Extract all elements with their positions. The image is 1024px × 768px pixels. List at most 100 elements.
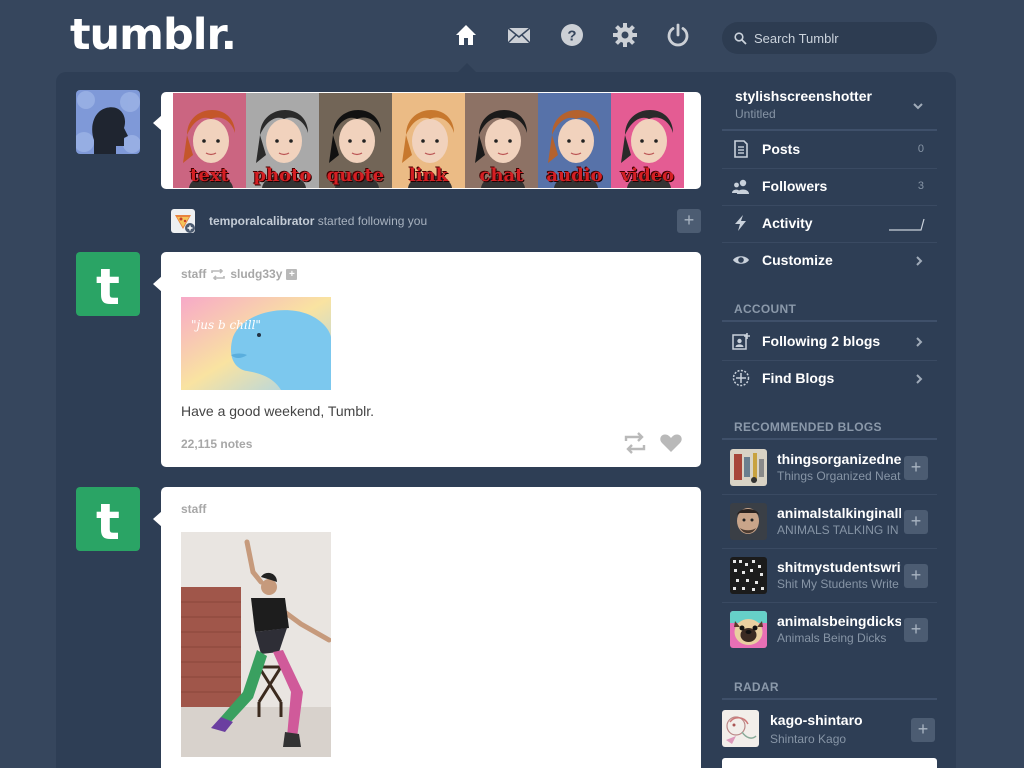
blog-avatar[interactable] (730, 449, 767, 486)
tumblr-logo[interactable]: tumblr. (70, 10, 237, 60)
account-heading: ACCOUNT (734, 302, 797, 316)
post-header: staff sludg33y + (181, 267, 298, 281)
post-type-text[interactable]: text (173, 93, 246, 188)
like-button[interactable] (659, 432, 683, 454)
svg-text:t: t (96, 258, 120, 316)
post-photo[interactable]: "jus b chill" (181, 297, 331, 390)
recommended-blog[interactable]: animalstalkinginallcaps ANIMALS TALKING … (722, 494, 937, 548)
sidebar-item-label: Followers (762, 178, 828, 194)
post-author-link[interactable]: staff (181, 502, 206, 516)
blog-name: animalstalkinginallcaps (777, 505, 901, 521)
post-type-chat[interactable]: chat (465, 93, 538, 188)
reblog-small-icon (211, 268, 226, 280)
follow-button[interactable]: + (904, 618, 928, 642)
chevron-right-icon (916, 337, 923, 347)
notification-avatar[interactable] (171, 209, 195, 233)
following-icon (732, 333, 750, 350)
post-card: staff sludg33y + "jus b chill" Have a go… (161, 252, 701, 467)
heart-icon (660, 434, 682, 452)
follow-button[interactable]: + (904, 456, 928, 480)
search-box[interactable] (722, 22, 937, 54)
sidebar-item-find-blogs[interactable]: Find Blogs (722, 360, 937, 397)
sidebar-item-following[interactable]: Following 2 blogs (722, 323, 937, 360)
blog-avatar[interactable] (730, 503, 767, 540)
reblog-source-link[interactable]: sludg33y (230, 267, 282, 281)
recommended-blog[interactable]: thingsorganizedneatly Things Organized N… (722, 440, 937, 494)
sidebar-item-activity[interactable]: Activity (722, 205, 937, 242)
chevron-down-icon (913, 103, 923, 110)
logout-icon[interactable] (665, 22, 691, 48)
blog-name: stylishscreenshotter (735, 88, 872, 104)
sidebar-item-posts[interactable]: Posts 0 (722, 131, 937, 168)
notification-user-link[interactable]: temporalcalibrator (209, 214, 314, 228)
messages-icon[interactable] (506, 22, 532, 48)
sidebar-item-label: Posts (762, 141, 801, 157)
post-type-selector: text photo quote link chat audio video (161, 92, 701, 189)
user-avatar[interactable] (76, 90, 140, 154)
blog-switcher[interactable]: stylishscreenshotter Untitled (722, 86, 937, 130)
post-type-audio[interactable]: audio (538, 93, 611, 188)
home-icon[interactable] (453, 22, 479, 48)
help-icon[interactable]: ? (559, 22, 585, 48)
posts-icon (734, 140, 748, 158)
sidebar-item-followers[interactable]: Followers 3 (722, 168, 937, 205)
blog-name: thingsorganizedneatly (777, 451, 901, 467)
followers-count: 3 (917, 180, 924, 192)
follow-button[interactable]: + (911, 718, 935, 742)
blog-avatar[interactable] (730, 611, 767, 648)
posts-count: 0 (917, 143, 924, 155)
post-photo[interactable] (181, 532, 331, 757)
post-type-label: link (408, 165, 449, 186)
follow-back-button[interactable]: + (677, 209, 701, 233)
svg-text:?: ? (567, 28, 576, 45)
svg-text:t: t (96, 493, 120, 551)
radar-post-preview[interactable] (722, 758, 937, 768)
eye-icon (733, 256, 749, 264)
post-notes[interactable]: 22,115 notes (181, 437, 252, 451)
search-icon (734, 31, 747, 45)
reblog-icon (624, 432, 646, 454)
settings-icon[interactable] (612, 22, 638, 48)
sidebar-item-customize[interactable]: Customize (722, 242, 937, 279)
chevron-right-icon (916, 374, 923, 384)
post-type-label: photo (253, 165, 312, 186)
post-type-link[interactable]: link (392, 93, 465, 188)
divider (722, 320, 937, 322)
post-type-label: audio (546, 165, 603, 186)
post-type-video[interactable]: video (611, 93, 684, 188)
radar-blog[interactable]: kago-shintaro Shintaro Kago + (722, 702, 937, 756)
compass-icon (732, 369, 750, 387)
blog-title: Shintaro Kago (770, 732, 847, 746)
follow-button[interactable]: + (904, 564, 928, 588)
reblog-button[interactable] (623, 432, 647, 454)
blog-name: kago-shintaro (770, 712, 863, 728)
blog-title: Things Organized Neatly (777, 469, 901, 483)
followers-icon (732, 179, 749, 194)
post-type-label: video (620, 165, 675, 186)
post-card: staff (161, 487, 701, 768)
search-input[interactable] (754, 30, 924, 46)
recommended-blog[interactable]: animalsbeingdicks Animals Being Dicks + (722, 602, 937, 656)
follow-button[interactable]: + (904, 510, 928, 534)
activity-sparkline (889, 218, 925, 231)
post-author-link[interactable]: staff (181, 267, 206, 281)
post-type-label: text (190, 165, 229, 186)
blog-title: ANIMALS TALKING IN ALL CAPS (777, 523, 901, 537)
blog-avatar[interactable] (722, 710, 759, 747)
blog-avatar[interactable] (730, 557, 767, 594)
sidebar-item-label: Activity (762, 215, 813, 231)
sidebar-item-label: Following 2 blogs (762, 333, 881, 349)
radar-heading: RADAR (734, 680, 779, 694)
post-type-photo[interactable]: photo (246, 93, 319, 188)
post-type-quote[interactable]: quote (319, 93, 392, 188)
nav-pointer (458, 63, 476, 72)
recommended-blog[interactable]: shitmystudentswrite Shit My Students Wri… (722, 548, 937, 602)
sidebar-item-label: Find Blogs (762, 370, 835, 386)
staff-avatar[interactable]: t (76, 252, 140, 316)
follow-source-button[interactable]: + (286, 268, 298, 280)
sidebar-item-label: Customize (762, 252, 833, 268)
staff-avatar[interactable]: t (76, 487, 140, 551)
post-type-label: quote (326, 165, 385, 186)
lightning-icon (735, 215, 746, 231)
blog-title: Shit My Students Write (777, 577, 899, 591)
